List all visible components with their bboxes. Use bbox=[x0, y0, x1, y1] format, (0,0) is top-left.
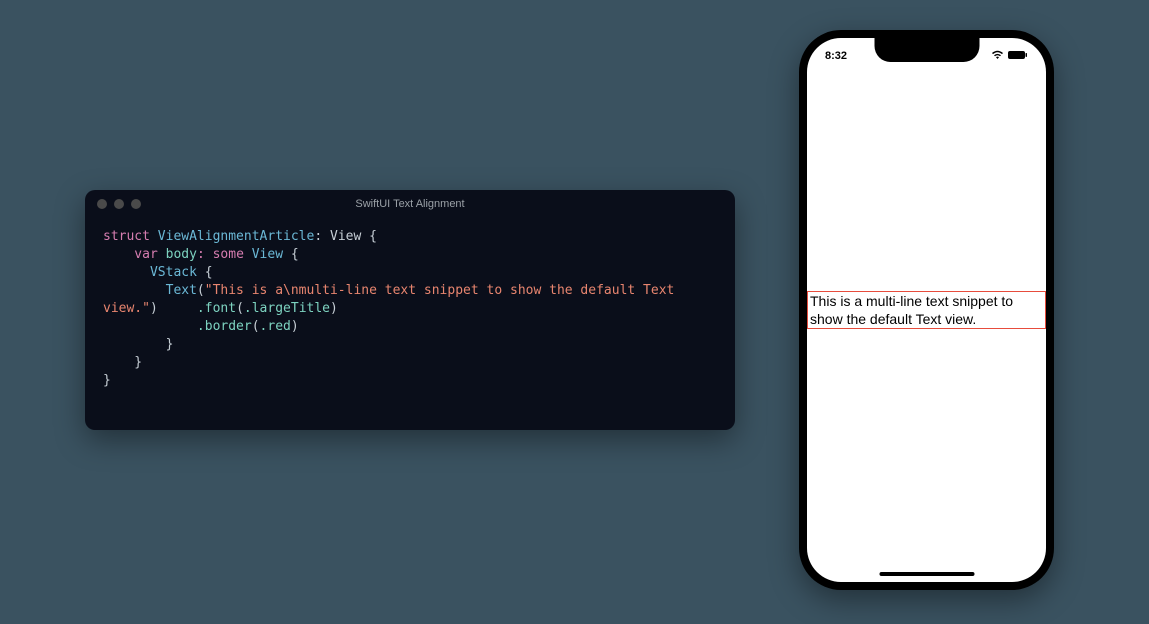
code-token: ( bbox=[236, 301, 244, 316]
status-right bbox=[991, 50, 1028, 63]
code-token: } bbox=[103, 373, 111, 388]
code-token: } bbox=[103, 355, 142, 370]
code-token: var bbox=[103, 247, 158, 262]
code-token: .largeTitle bbox=[244, 301, 330, 316]
code-token: .red bbox=[260, 319, 291, 334]
code-token: struct bbox=[103, 229, 150, 244]
code-editor-window: SwiftUI Text Alignment struct ViewAlignm… bbox=[85, 190, 735, 430]
phone-screen: 8:32 This is a multi-line text snippet t… bbox=[807, 38, 1046, 582]
code-token: .font bbox=[158, 301, 236, 316]
code-token: Text bbox=[103, 283, 197, 298]
phone-mockup: 8:32 This is a multi-line text snippet t… bbox=[799, 30, 1054, 590]
home-indicator bbox=[879, 572, 974, 576]
code-token: ) bbox=[330, 301, 338, 316]
code-token: ) bbox=[291, 319, 299, 334]
code-token: .border bbox=[103, 319, 252, 334]
code-body[interactable]: struct ViewAlignmentArticle: View { var … bbox=[85, 218, 735, 400]
code-token: ) bbox=[150, 301, 158, 316]
code-token: ( bbox=[197, 283, 205, 298]
wifi-icon bbox=[991, 50, 1004, 63]
status-time: 8:32 bbox=[825, 50, 847, 62]
code-token: body bbox=[158, 247, 197, 262]
phone-notch bbox=[874, 38, 979, 62]
code-token: VStack bbox=[103, 265, 197, 280]
code-token: : some bbox=[197, 247, 244, 262]
phone-content: This is a multi-line text snippet to sho… bbox=[807, 38, 1046, 582]
editor-titlebar: SwiftUI Text Alignment bbox=[85, 190, 735, 218]
code-token: "This is a\nmulti-line text snippet to s… bbox=[205, 283, 675, 298]
code-token: ViewAlignmentArticle bbox=[150, 229, 314, 244]
code-token: } bbox=[103, 337, 173, 352]
code-token: ( bbox=[252, 319, 260, 334]
code-token: { bbox=[197, 265, 213, 280]
code-token: { bbox=[283, 247, 299, 262]
code-token: View bbox=[244, 247, 283, 262]
code-token: view." bbox=[103, 301, 150, 316]
battery-icon bbox=[1008, 50, 1028, 63]
text-view-output: This is a multi-line text snippet to sho… bbox=[807, 291, 1046, 329]
editor-title: SwiftUI Text Alignment bbox=[85, 198, 735, 210]
code-token: : View { bbox=[314, 229, 377, 244]
